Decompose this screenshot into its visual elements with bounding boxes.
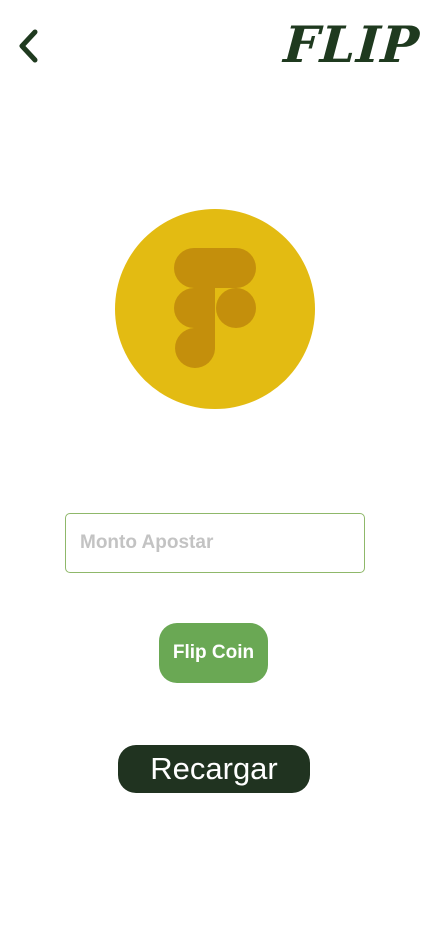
header: FLIP [0, 0, 430, 90]
flip-coin-button[interactable]: Flip Coin [159, 623, 268, 683]
coin[interactable] [115, 209, 315, 409]
back-button[interactable] [8, 22, 48, 70]
app-logo: FLIP [282, 15, 423, 74]
reload-button[interactable]: Recargar [118, 745, 310, 793]
bet-amount-input[interactable] [65, 513, 365, 573]
figma-f-logo-icon [174, 248, 256, 368]
chevron-left-icon [19, 29, 38, 63]
